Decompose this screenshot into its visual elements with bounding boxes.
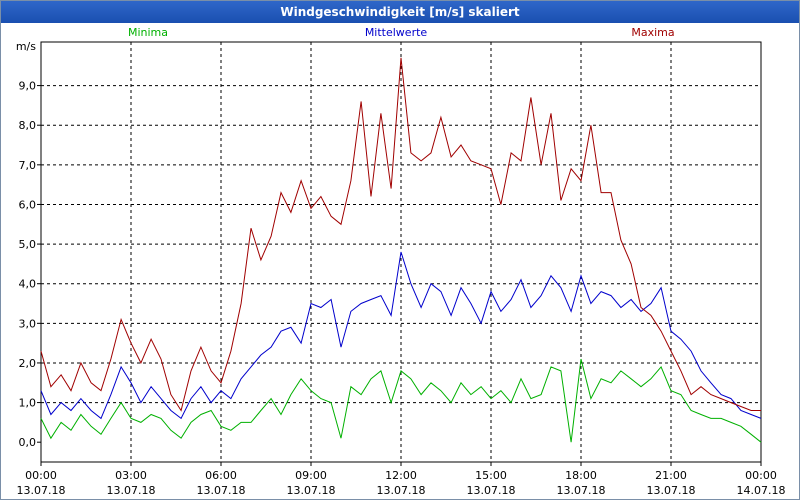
chart-window: Windgeschwindigkeit [m/s] skaliert 0,0 1,… — [0, 0, 800, 500]
x-tick-time: 15:00 — [475, 469, 507, 482]
x-tick-date: 13.07.18 — [467, 484, 516, 497]
y-tick-label: 8,0 — [19, 119, 37, 132]
x-tick-time: 00:00 — [25, 469, 57, 482]
y-tick-label: 6,0 — [19, 198, 37, 211]
window-title: Windgeschwindigkeit [m/s] skaliert — [1, 1, 799, 23]
x-tick-date: 13.07.18 — [17, 484, 66, 497]
x-tick-date: 14.07.18 — [737, 484, 786, 497]
legend-mittelwerte: Mittelwerte — [365, 26, 428, 39]
x-tick-date: 13.07.18 — [557, 484, 606, 497]
x-tick-date: 13.07.18 — [647, 484, 696, 497]
y-tick-label: 9,0 — [19, 80, 37, 93]
y-tick-label: 3,0 — [19, 317, 37, 330]
y-tick-label: 4,0 — [19, 278, 37, 291]
legend-minima: Minima — [128, 26, 168, 39]
y-tick-label: 2,0 — [19, 357, 37, 370]
x-tick-time: 21:00 — [655, 469, 687, 482]
x-tick-date: 13.07.18 — [107, 484, 156, 497]
x-tick-time: 06:00 — [205, 469, 237, 482]
legend-maxima: Maxima — [631, 26, 674, 39]
x-tick-time: 12:00 — [385, 469, 417, 482]
x-tick-date: 13.07.18 — [197, 484, 246, 497]
x-tick-time: 00:00 — [745, 469, 777, 482]
y-axis-unit: m/s — [16, 40, 36, 53]
y-tick-label: 5,0 — [19, 238, 37, 251]
x-tick-time: 18:00 — [565, 469, 597, 482]
x-tick-date: 13.07.18 — [287, 484, 336, 497]
wind-speed-chart: 0,0 1,0 2,0 3,0 4,0 5,0 6,0 7,0 8,0 9,0 m/s 00:00 13… — [16, 26, 786, 497]
y-tick-label: 7,0 — [19, 159, 37, 172]
y-tick-label: 1,0 — [19, 397, 37, 410]
x-tick-time: 03:00 — [115, 469, 147, 482]
y-tick-label: 0,0 — [19, 436, 37, 449]
x-tick-date: 13.07.18 — [377, 484, 426, 497]
x-tick-time: 09:00 — [295, 469, 327, 482]
